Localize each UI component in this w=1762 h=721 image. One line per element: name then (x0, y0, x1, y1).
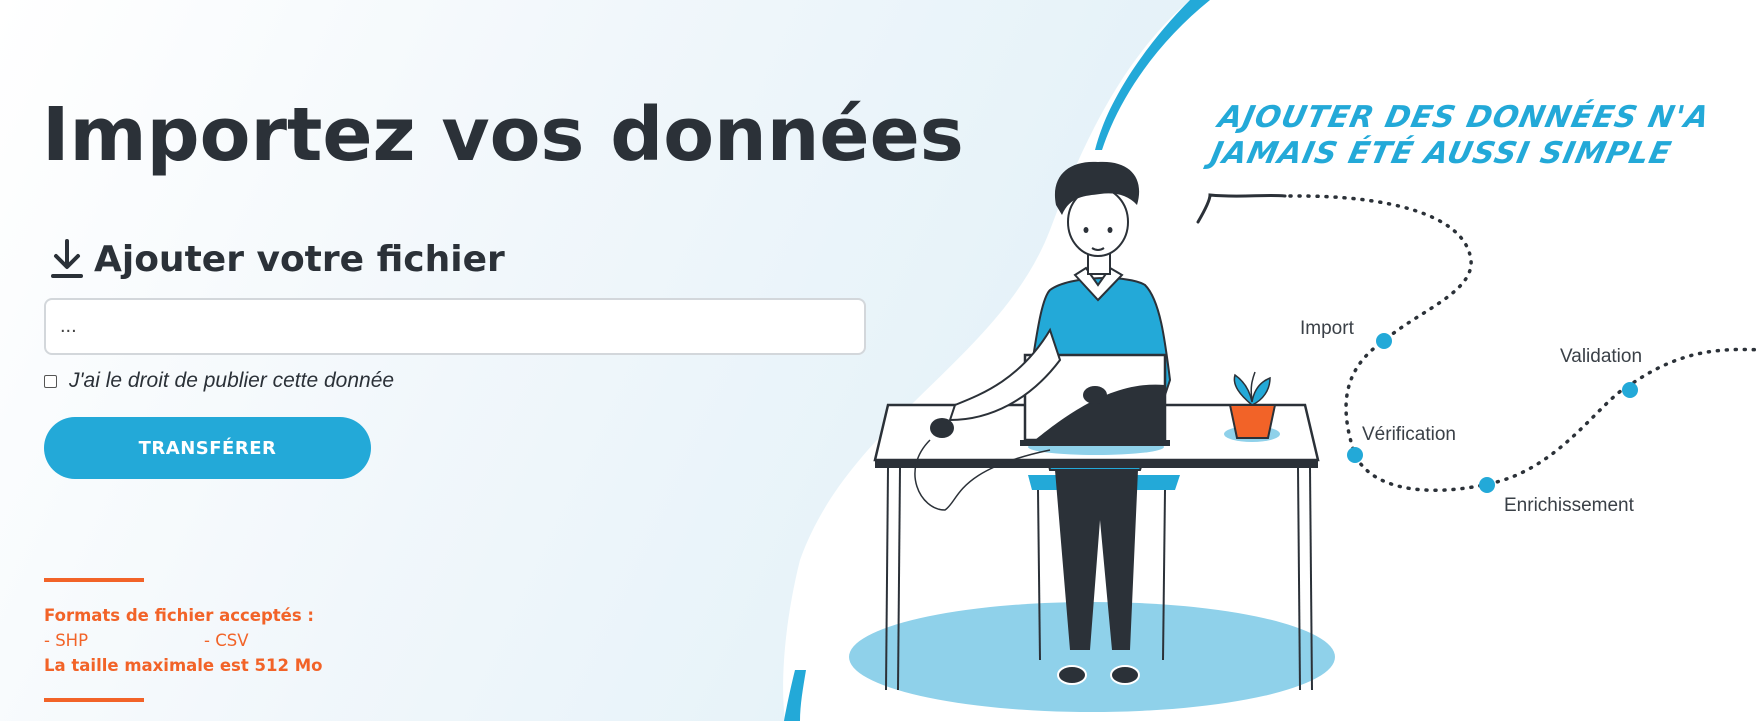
mouse (930, 418, 954, 438)
step-dot-import (1376, 333, 1392, 349)
step-dot-verification (1347, 447, 1363, 463)
tagline-line-2: jamais été aussi simple (1207, 136, 1675, 171)
tagline-line-1: Ajouter des données n'a (1215, 100, 1714, 135)
step-dot-validation (1622, 382, 1638, 398)
step-label-import: Import (1300, 318, 1354, 339)
tagline: Ajouter des données n'a jamais été aussi… (1207, 100, 1713, 172)
step-label-enrichissement: Enrichissement (1504, 495, 1634, 516)
step-label-validation: Validation (1560, 346, 1643, 367)
step-label-verification: Vérification (1362, 424, 1456, 445)
plant-pot (1228, 404, 1277, 439)
step-dot-enrichissement (1479, 477, 1495, 493)
process-path (1288, 194, 1762, 492)
